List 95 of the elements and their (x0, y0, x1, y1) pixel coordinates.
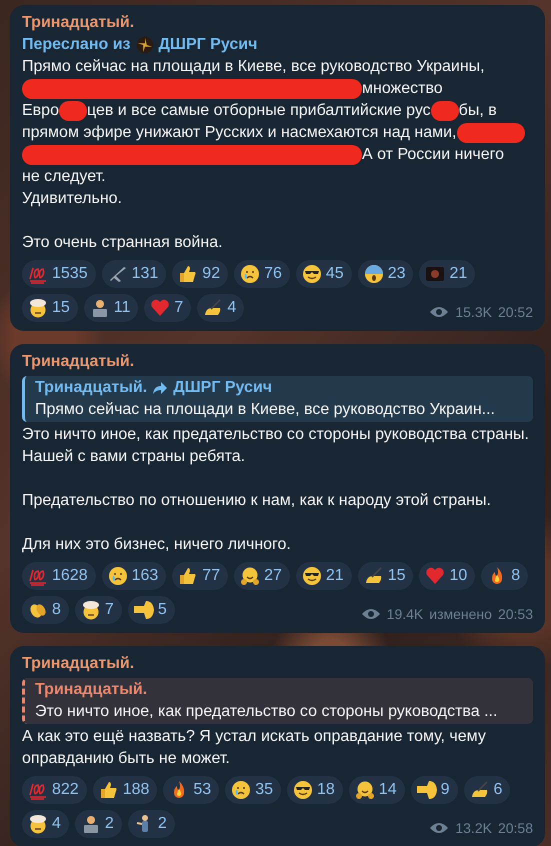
message-text: не следует. (22, 167, 106, 187)
reaction-chip[interactable]: 8 (481, 562, 528, 590)
channel-link[interactable]: ДШРГ Русич (158, 34, 258, 56)
reaction-chip[interactable]: 92 (172, 260, 228, 288)
reply-text: Это ничто иное, как предательство со стороны руководства ... (35, 702, 498, 722)
reaction-chip[interactable]: 23 (358, 260, 414, 288)
reaction-chip[interactable]: 77 (172, 562, 228, 590)
reaction-chip[interactable]: 4 (22, 810, 69, 838)
reaction-chip[interactable]: 15 (22, 294, 78, 322)
reply-quote[interactable]: Тринадцатый. ДШРГ Русич Прямо сейчас на площади в Киеве, все руководство Украин... (22, 376, 533, 422)
message-text: Это ничто иное, как предательство со стороны руководства страны. Нашей с вами страны ребята. (22, 425, 530, 467)
reaction-chip[interactable]: 53 (163, 776, 220, 804)
reaction-chip[interactable]: 822 (22, 776, 87, 804)
writing-hand-icon (470, 780, 490, 800)
reaction-chip[interactable]: 15 (358, 562, 414, 590)
message-time: 20:52 (498, 303, 533, 322)
reaction-chip[interactable]: 11 (84, 294, 138, 322)
reaction-chip[interactable]: 6 (464, 776, 510, 804)
sunglasses-face-icon (293, 780, 313, 800)
message-text: Прямо сейчас на площади в Киеве, все руководство Украины, (22, 57, 485, 77)
reaction-chip[interactable]: 163 (102, 562, 166, 590)
message-time: 20:53 (498, 605, 533, 624)
hugging-face-icon (240, 566, 260, 586)
heart-icon (425, 566, 446, 586)
sunglasses-face-icon (302, 566, 322, 586)
thumbs-up-icon (178, 264, 198, 284)
reaction-chip[interactable]: 2 (128, 810, 175, 838)
message-text: А как это ещё назвать? Я устал искать оправдание тому, чему оправданию быть не может. (22, 727, 487, 769)
dark-badge-icon (425, 264, 446, 284)
eye-icon (429, 305, 450, 319)
reaction-chip[interactable]: 14 (348, 776, 405, 804)
message-text: цев и все самые отборные прибалтийские рус (86, 101, 431, 121)
author-name: Тринадцатый. (22, 13, 136, 33)
exploding-head-icon (28, 298, 48, 318)
channel-avatar-icon (136, 36, 154, 54)
eye-icon (360, 607, 381, 621)
message-text: Для них это бизнес, ничего личного. (22, 535, 292, 555)
reaction-chip[interactable]: 10 (419, 562, 476, 590)
reaction-chip[interactable]: 4 (197, 294, 244, 322)
reaction-chip[interactable]: 18 (287, 776, 343, 804)
author-name: Тринадцатый. (22, 654, 136, 674)
sunglasses-face-icon (302, 264, 322, 284)
reply-channel: ДШРГ Русич (173, 378, 272, 398)
exploding-head-icon (28, 814, 48, 834)
hugging-face-icon (354, 780, 375, 800)
redaction-mark (430, 101, 459, 121)
reaction-chip[interactable]: 131 (102, 260, 166, 288)
reaction-chip[interactable]: 188 (92, 776, 158, 804)
view-count: 19.4K (386, 605, 424, 624)
redaction-mark (456, 123, 524, 143)
edited-label: изменено (429, 605, 492, 624)
forward-arrow-icon (152, 381, 168, 395)
reaction-chip[interactable]: 1535 (22, 260, 96, 288)
reply-author: Тринадцатый. (35, 378, 148, 398)
reaction-chip[interactable]: 27 (234, 562, 290, 590)
redaction-mark (58, 101, 87, 121)
view-count: 15.3K (455, 303, 492, 322)
reaction-chip[interactable]: 1628 (22, 562, 96, 590)
author-name: Тринадцатый. (22, 352, 136, 372)
writing-hand-icon (364, 566, 384, 586)
reaction-chip[interactable]: 7 (74, 596, 122, 624)
message-text: прямом эфире унижают Русских и насмехаются над нами, (22, 123, 456, 143)
exploding-head-icon (80, 600, 101, 620)
reaction-chip[interactable]: 21 (419, 260, 476, 288)
reaction-chip[interactable]: 2 (74, 810, 122, 838)
crying-face-icon (231, 780, 252, 800)
reaction-chip[interactable]: 35 (225, 776, 281, 804)
message-text: Евро (22, 101, 59, 121)
forwarded-label: Переслано из (22, 35, 130, 55)
message-text: Удивительно. (22, 189, 122, 209)
thumbs-up-icon (98, 780, 119, 800)
reaction-chip[interactable]: 5 (128, 596, 175, 624)
message-time: 20:58 (498, 819, 533, 838)
reply-quote[interactable]: Тринадцатый. Это ничто иное, как предательство со стороны руководства ... (22, 678, 533, 724)
reply-author: Тринадцатый. (35, 680, 148, 700)
crying-face-icon (240, 264, 260, 284)
reaction-chip[interactable]: 76 (234, 260, 290, 288)
reaction-chip[interactable]: 21 (296, 562, 352, 590)
message-text: Предательство по отношению к нам, как к народу этой страны. (22, 491, 492, 511)
message-text: бы, в (458, 101, 497, 121)
reaction-chip[interactable]: 7 (144, 294, 192, 322)
eye-icon (429, 821, 450, 835)
reaction-chip[interactable]: 8 (22, 596, 69, 624)
writing-hand-icon (203, 298, 224, 318)
message-text: А от России ничего (362, 145, 504, 165)
message-text: Это очень странная война. (22, 233, 223, 253)
view-count: 13.2K (455, 819, 492, 838)
message-text: множество (362, 79, 443, 99)
reaction-chip[interactable]: 9 (410, 776, 458, 804)
heart-icon (150, 298, 170, 318)
crying-face-icon (108, 566, 128, 586)
screaming-face-icon (364, 264, 384, 284)
thumbs-up-icon (178, 566, 198, 586)
reply-text: Прямо сейчас на площади в Киеве, все руководство Украин... (35, 400, 496, 420)
reaction-chip[interactable]: 45 (296, 260, 352, 288)
